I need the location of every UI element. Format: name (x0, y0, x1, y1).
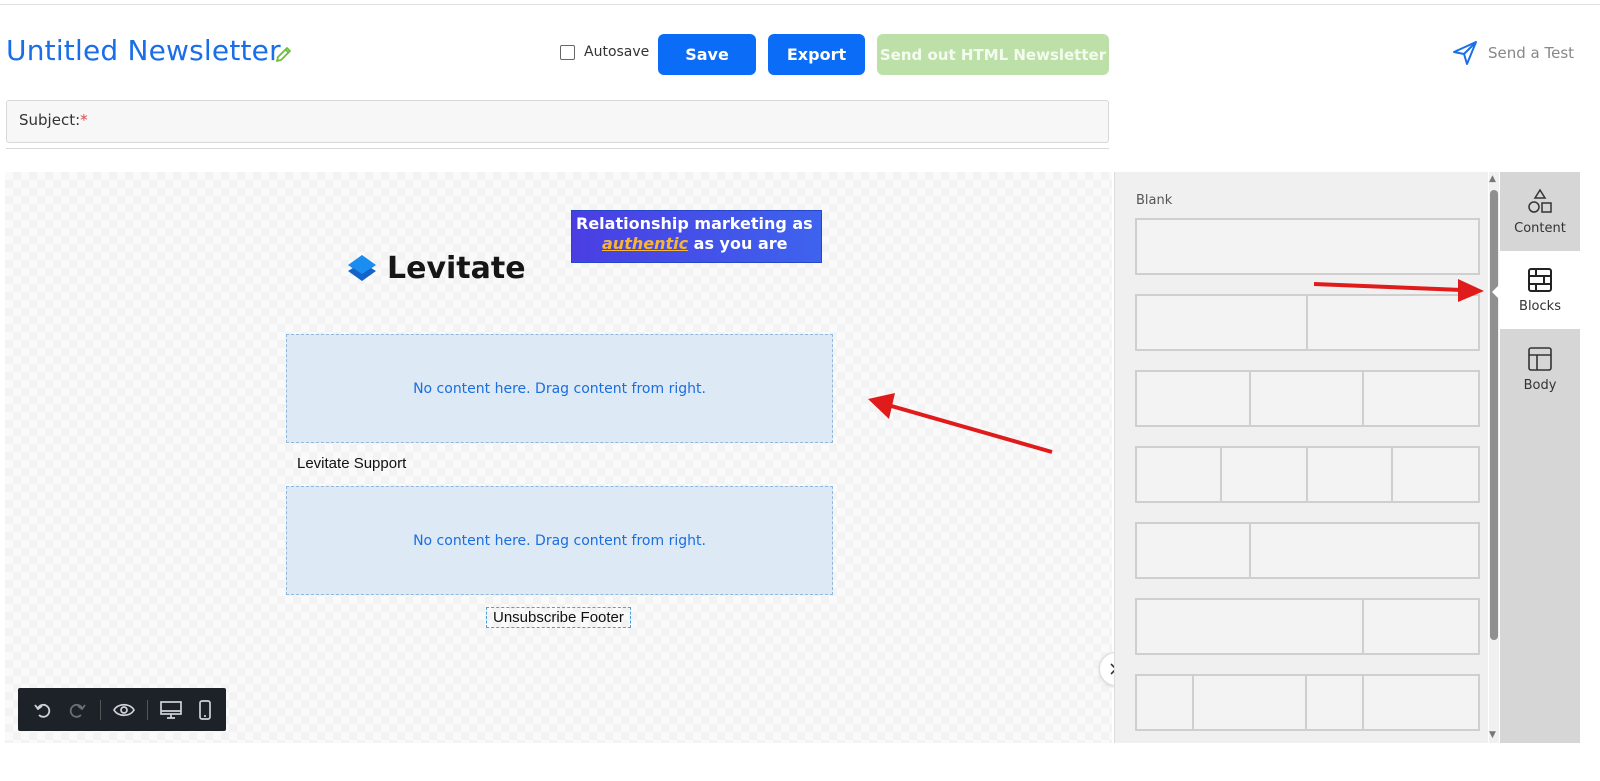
autosave-label: Autosave (584, 44, 650, 60)
banner-line-1: Relationship marketing as (576, 214, 813, 233)
autosave-toggle[interactable]: Autosave (560, 44, 649, 60)
promo-banner[interactable]: Relationship marketing as authentic as y… (571, 210, 822, 263)
preview-eye-icon[interactable] (113, 699, 135, 721)
block-3-columns[interactable] (1135, 370, 1480, 427)
undo-icon[interactable] (32, 699, 54, 721)
banner-authentic: authentic (602, 234, 689, 253)
blank-section-label: Blank (1136, 193, 1173, 208)
editor-toolbar (18, 688, 226, 731)
toolbar-separator (100, 699, 101, 720)
required-mark: * (80, 111, 88, 129)
toolbar-separator (147, 699, 148, 720)
levitate-logo-icon (348, 254, 376, 281)
subject-divider (6, 148, 1109, 149)
scrollbar-thumb[interactable] (1490, 190, 1498, 640)
tab-content[interactable]: Content (1500, 172, 1580, 250)
desktop-view-icon[interactable] (160, 699, 182, 721)
banner-line-2-rest: as you are (688, 234, 788, 253)
unsubscribe-footer[interactable]: Unsubscribe Footer (486, 607, 631, 628)
tab-content-label: Content (1514, 220, 1566, 236)
subject-field[interactable]: Subject:* (6, 100, 1109, 143)
tab-body[interactable]: Body (1500, 330, 1580, 408)
redo-icon[interactable] (66, 699, 88, 721)
paper-plane-icon (1453, 41, 1477, 65)
active-tab-indicator (1492, 284, 1500, 300)
send-test-link[interactable]: Send a Test (1452, 40, 1574, 66)
export-button[interactable]: Export (768, 34, 865, 75)
block-mixed-columns[interactable] (1135, 674, 1480, 731)
autosave-checkbox[interactable] (560, 44, 575, 60)
block-2-columns[interactable] (1135, 294, 1480, 351)
editor-canvas[interactable] (5, 172, 1112, 743)
scroll-up-arrow-icon[interactable]: ▲ (1489, 174, 1496, 184)
banner-line-2: authentic as you are (576, 234, 821, 254)
edit-pencil-icon[interactable] (274, 44, 294, 64)
mobile-view-icon[interactable] (194, 699, 216, 721)
top-border (0, 4, 1600, 5)
newsletter-title[interactable]: Untitled Newsletter (6, 34, 281, 67)
logo-text: Levitate (387, 251, 526, 286)
shapes-icon (1528, 188, 1552, 213)
dropzone-bottom[interactable]: No content here. Drag content from right… (286, 486, 833, 595)
send-test-label: Send a Test (1488, 44, 1575, 62)
tab-blocks[interactable]: Blocks (1500, 251, 1580, 329)
dropzone-top[interactable]: No content here. Drag content from right… (286, 334, 833, 443)
scroll-down-arrow-icon[interactable]: ▼ (1489, 730, 1496, 740)
block-2-1-columns[interactable] (1135, 598, 1480, 655)
levitate-logo[interactable]: Levitate (345, 251, 526, 286)
subject-label: Subject: (19, 111, 81, 129)
block-1-column[interactable] (1135, 218, 1480, 275)
save-button[interactable]: Save (658, 34, 756, 75)
block-1-2-columns[interactable] (1135, 522, 1480, 579)
support-text[interactable]: Levitate Support (297, 455, 406, 472)
block-4-columns[interactable] (1135, 446, 1480, 503)
layout-icon (1528, 346, 1552, 371)
blocks-icon (1528, 267, 1552, 292)
tab-body-label: Body (1523, 377, 1557, 393)
send-newsletter-button[interactable]: Send out HTML Newsletter (877, 34, 1109, 75)
tab-blocks-label: Blocks (1519, 298, 1561, 314)
